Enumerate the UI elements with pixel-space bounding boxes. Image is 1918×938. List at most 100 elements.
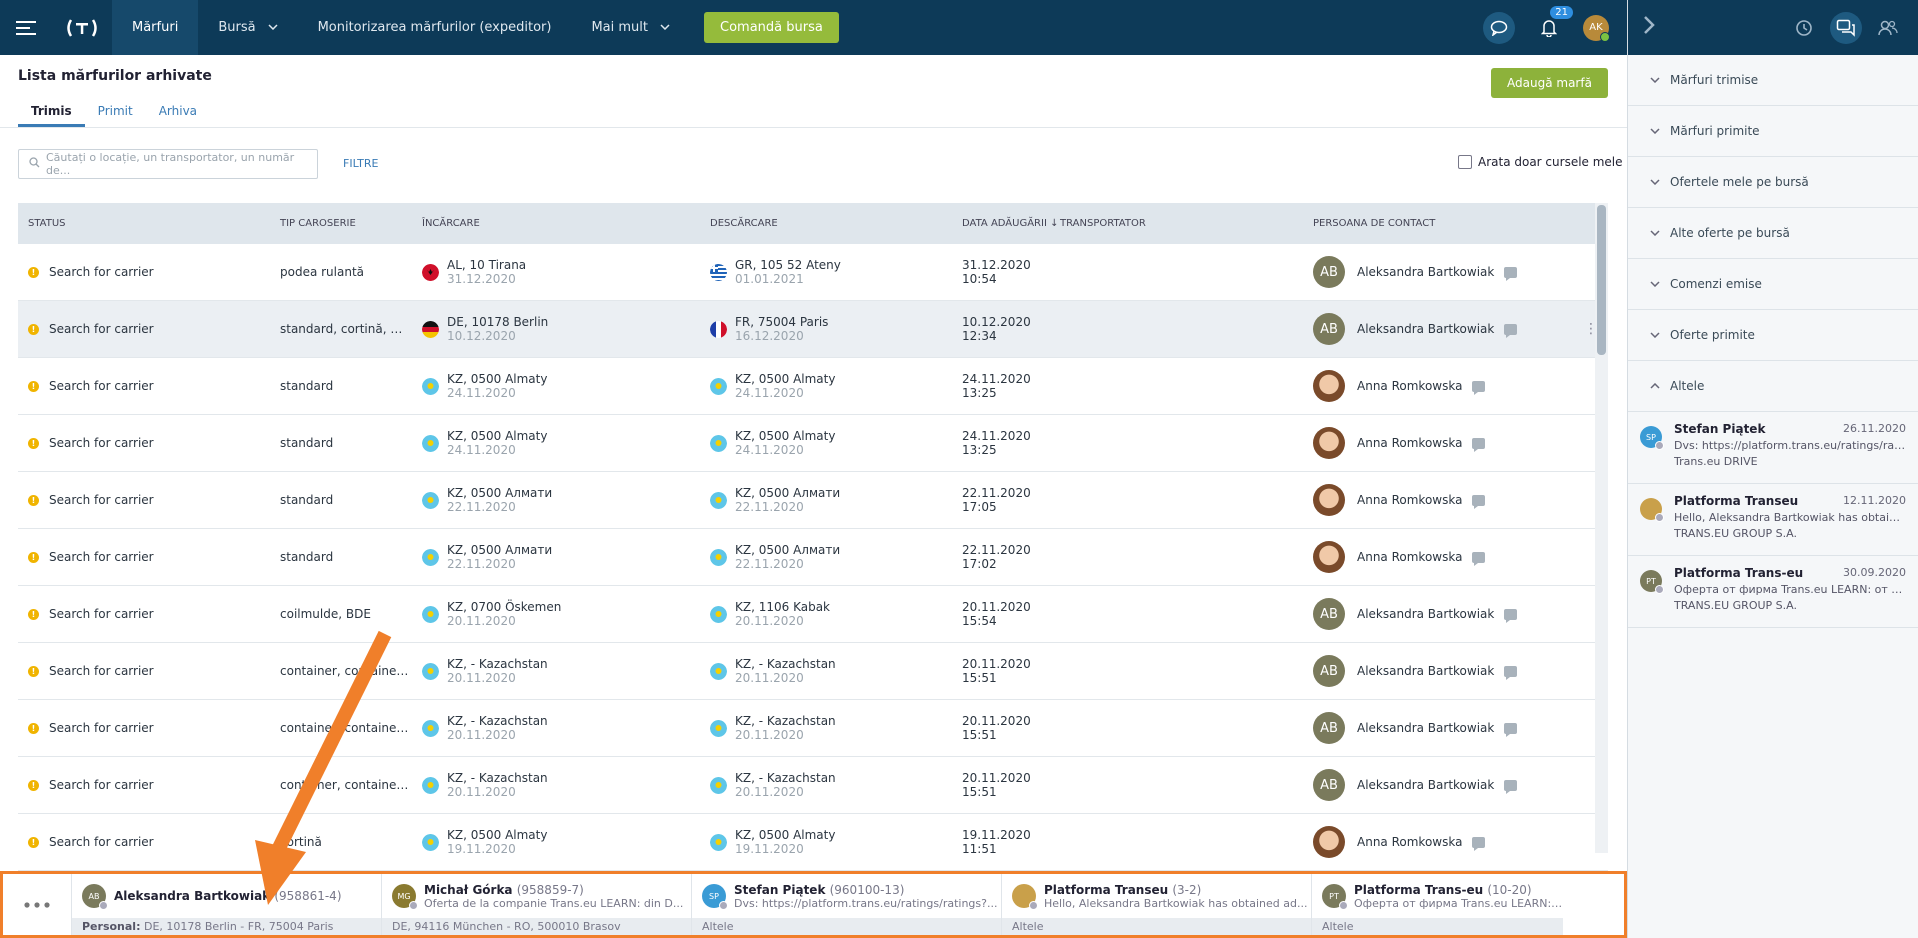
only-mine-checkbox[interactable]	[1458, 155, 1472, 169]
unloading-date: 24.11.2020	[735, 386, 804, 400]
contact-name[interactable]: Aleksandra Bartkowiak	[1357, 721, 1494, 735]
dock-chat[interactable]: Platforma Transeu (3-2) Hello, Aleksandra…	[1001, 874, 1311, 935]
panel-section-2[interactable]: Ofertele mele pe bursă	[1628, 157, 1918, 208]
loading-date: 22.11.2020	[447, 557, 516, 571]
table-row[interactable]: ! Search for carrier container, container …	[18, 700, 1608, 757]
status-text: Search for carrier	[49, 835, 154, 849]
loading-date: 19.11.2020	[447, 842, 516, 856]
collapse-panel-chevron-icon[interactable]	[1642, 15, 1656, 41]
table-row[interactable]: ! Search for carrier standard KZ, 0500 Alma…	[18, 358, 1608, 415]
message-icon[interactable]	[1504, 665, 1518, 680]
contact-name[interactable]: Anna Romkowska	[1357, 493, 1462, 507]
user-avatar[interactable]: AK	[1583, 14, 1610, 42]
message-icon[interactable]	[1504, 323, 1518, 338]
search-input[interactable]: Căutați o locație, un transportator, un …	[18, 149, 318, 179]
message-icon[interactable]	[1504, 266, 1518, 281]
contact-name[interactable]: Anna Romkowska	[1357, 436, 1462, 450]
header-date-added[interactable]: DATA ADĂUGĂRII ↓	[952, 218, 1060, 229]
table-scrollbar[interactable]	[1595, 203, 1608, 853]
table-row[interactable]: ! Search for carrier standard, cortină, me…	[18, 301, 1608, 358]
message-icon[interactable]	[1472, 494, 1486, 509]
chat-bubble-icon[interactable]	[1483, 11, 1515, 44]
header-unloading[interactable]: DESCĂRCARE	[700, 218, 952, 229]
add-cargo-button[interactable]: Adaugă marfă	[1491, 68, 1608, 98]
chat-avatar: SP	[702, 884, 728, 910]
message-icon[interactable]	[1504, 608, 1518, 623]
panel-message[interactable]: PT Platforma Trans-eu 30.09.2020 Оферта от …	[1628, 556, 1918, 628]
contact-name[interactable]: Aleksandra Bartkowiak	[1357, 778, 1494, 792]
hamburger-menu-icon[interactable]	[0, 0, 52, 55]
dock-chat[interactable]: SP Stefan Piątek (960100-13) Dvs: https://…	[691, 874, 1001, 935]
contact-avatar: AB	[1313, 655, 1345, 687]
tab-2[interactable]: Arhiva	[146, 99, 210, 127]
dock-chat[interactable]: MG Michał Górka (958859-7) Oferta de la co…	[381, 874, 691, 935]
time-added: 15:51	[962, 785, 997, 799]
contact-name[interactable]: Aleksandra Bartkowiak	[1357, 607, 1494, 621]
contact-name[interactable]: Aleksandra Bartkowiak	[1357, 322, 1494, 336]
message-icon[interactable]	[1504, 779, 1518, 794]
tab-0[interactable]: Trimis	[18, 99, 85, 127]
header-status[interactable]: STATUS	[18, 218, 270, 229]
header-contact[interactable]: PERSOANA DE CONTACT	[1313, 218, 1608, 229]
table-row[interactable]: ! Search for carrier standard KZ, 0500 Alma…	[18, 415, 1608, 472]
chat-name: Stefan Piątek	[734, 882, 826, 897]
nav-item-0[interactable]: Mărfuri	[112, 0, 199, 55]
message-icon[interactable]	[1504, 722, 1518, 737]
contact-name[interactable]: Aleksandra Bartkowiak	[1357, 664, 1494, 678]
unloading-place: KZ, 0500 Алмати	[735, 543, 841, 557]
more-chats-icon[interactable]	[3, 874, 71, 935]
dock-chat[interactable]: PT Platforma Trans-eu (10-20) Оферта от фи…	[1311, 874, 1563, 935]
message-avatar: PT	[1640, 570, 1664, 594]
panel-section-5[interactable]: Oferte primite	[1628, 310, 1918, 361]
unloading-date: 20.11.2020	[735, 728, 804, 742]
table-row[interactable]: ! Search for carrier standard KZ, 0500 Алма…	[18, 529, 1608, 586]
table-row[interactable]: ! Search for carrier podea rulantă AL, 10 T…	[18, 244, 1608, 301]
comanda-bursa-button[interactable]: Comandă bursa	[704, 12, 839, 43]
contact-name[interactable]: Anna Romkowska	[1357, 835, 1462, 849]
message-icon[interactable]	[1472, 380, 1486, 395]
trans-logo-icon[interactable]	[52, 0, 112, 55]
filters-link[interactable]: FILTRE	[343, 157, 379, 170]
chat-id: (10-20)	[1487, 882, 1532, 897]
chevron-down-icon	[1650, 279, 1666, 290]
panel-section-4[interactable]: Comenzi emise	[1628, 259, 1918, 310]
scrollbar-thumb[interactable]	[1597, 205, 1606, 355]
panel-message[interactable]: Platforma Transeu 12.11.2020 Hello, Aleksa…	[1628, 484, 1918, 556]
panel-section-label: Alte oferte pe bursă	[1670, 226, 1790, 240]
tab-1[interactable]: Primit	[85, 99, 146, 127]
message-icon[interactable]	[1472, 551, 1486, 566]
chat-avatar: MG	[392, 884, 418, 910]
nav-item-3[interactable]: Mai mult	[571, 0, 690, 55]
flag-fr-icon	[710, 320, 735, 338]
table-row[interactable]: ! Search for carrier standard KZ, 0500 Алма…	[18, 472, 1608, 529]
nav-item-1[interactable]: Bursă	[198, 0, 297, 55]
contacts-icon[interactable]	[1872, 12, 1904, 44]
only-mine-toggle[interactable]: Arata doar cursele mele	[1458, 155, 1623, 169]
message-icon[interactable]	[1472, 437, 1486, 452]
date-added: 24.11.2020	[962, 429, 1031, 443]
header-carrier[interactable]: TRANSPORTATOR	[1060, 218, 1313, 229]
nav-item-label: Bursă	[218, 20, 256, 35]
dock-chat[interactable]: AB Aleksandra Bartkowiak (958861-4) Person…	[71, 874, 381, 935]
table-row[interactable]: ! Search for carrier coilmulde, BDE KZ, 070…	[18, 586, 1608, 643]
unloading-place: KZ, - Kazachstan	[735, 714, 836, 728]
contact-name[interactable]: Aleksandra Bartkowiak	[1357, 265, 1494, 279]
panel-section-0[interactable]: Mărfuri trimise	[1628, 55, 1918, 106]
history-clock-icon[interactable]	[1788, 12, 1820, 44]
table-row[interactable]: ! Search for carrier cortină KZ, 0500 Almat…	[18, 814, 1608, 871]
panel-section-3[interactable]: Alte oferte pe bursă	[1628, 208, 1918, 259]
table-row[interactable]: ! Search for carrier container, container …	[18, 643, 1608, 700]
messages-icon[interactable]	[1830, 11, 1862, 44]
header-body-type[interactable]: TIP CAROSERIE	[270, 218, 412, 229]
message-icon[interactable]	[1472, 836, 1486, 851]
header-loading[interactable]: ÎNCĂRCARE	[412, 218, 700, 229]
panel-section-6[interactable]: Altele	[1628, 361, 1918, 412]
panel-section-1[interactable]: Mărfuri primite	[1628, 106, 1918, 157]
contact-name[interactable]: Anna Romkowska	[1357, 379, 1462, 393]
nav-item-2[interactable]: Monitorizarea mărfurilor (expeditor)	[298, 0, 572, 55]
table-row[interactable]: ! Search for carrier container, container …	[18, 757, 1608, 814]
contact-name[interactable]: Anna Romkowska	[1357, 550, 1462, 564]
notifications-bell-icon[interactable]: 21	[1533, 5, 1573, 44]
time-added: 11:51	[962, 842, 997, 856]
panel-message[interactable]: SP Stefan Piątek 26.11.2020 Dvs: https://pl…	[1628, 412, 1918, 484]
